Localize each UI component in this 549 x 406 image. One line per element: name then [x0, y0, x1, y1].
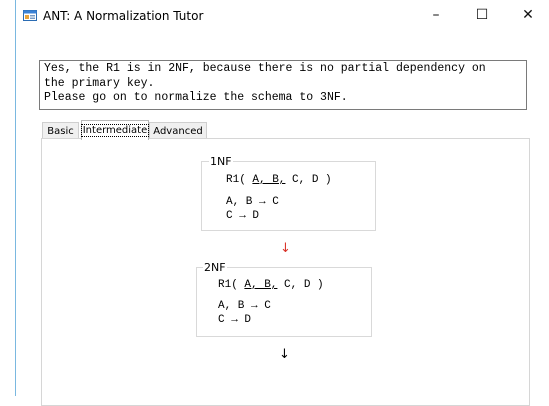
close-button[interactable]: ✕	[505, 0, 549, 30]
window-title: ANT: A Normalization Tutor	[43, 9, 204, 23]
message-line: Please go on to normalize the schema to …	[44, 91, 348, 104]
tab-advanced[interactable]: Advanced	[149, 122, 207, 139]
app-window-icon	[23, 10, 37, 21]
feedback-message-box[interactable]: Yes, the R1 is in 2NF, because there is …	[39, 60, 527, 110]
app-window: ANT: A Normalization Tutor – ☐ ✕ Yes, th…	[15, 0, 549, 406]
minimize-icon: –	[432, 7, 440, 23]
relation-schema: R1( A, B, C, D )	[218, 279, 324, 292]
functional-dependency: A, B → C	[218, 300, 271, 312]
tab-label: Intermediate	[80, 124, 150, 137]
non-key-attributes: C, D )	[277, 279, 324, 291]
relation-schema: R1( A, B, C, D )	[226, 174, 332, 187]
non-key-attributes: C, D )	[285, 174, 332, 186]
stage-label: 2NF	[203, 261, 227, 274]
minimize-button[interactable]: –	[413, 0, 459, 30]
relation-name: R1	[218, 279, 232, 291]
title-bar[interactable]: ANT: A Normalization Tutor – ☐ ✕	[16, 0, 549, 30]
tab-panel-intermediate: 1NF R1( A, B, C, D ) A, B → C C → D ↓ 2N…	[41, 138, 530, 406]
primary-key-attributes: A, B,	[252, 174, 286, 186]
maximize-icon: ☐	[475, 7, 489, 23]
down-arrow-icon: ↓	[280, 241, 291, 256]
close-icon: ✕	[522, 7, 534, 23]
functional-dependency: C → D	[226, 210, 260, 222]
message-line: Yes, the R1 is in 2NF, because there is …	[44, 62, 486, 75]
stage-1nf-group: 1NF R1( A, B, C, D ) A, B → C C → D	[201, 155, 376, 231]
tab-intermediate[interactable]: Intermediate	[80, 120, 150, 140]
functional-dependency: A, B → C	[226, 196, 279, 208]
functional-dependency: C → D	[218, 314, 252, 326]
stage-2nf-group: 2NF R1( A, B, C, D ) A, B → C C → D	[196, 261, 372, 337]
maximize-button[interactable]: ☐	[459, 0, 505, 30]
stage-label: 1NF	[209, 155, 233, 168]
message-line: the primary key.	[44, 76, 155, 90]
tab-label: Advanced	[153, 125, 203, 137]
client-area: Yes, the R1 is in 2NF, because there is …	[16, 30, 549, 406]
relation-open: (	[231, 279, 245, 291]
tab-basic[interactable]: Basic	[42, 122, 79, 139]
tab-label: Basic	[47, 125, 74, 137]
down-arrow-icon: ↓	[279, 347, 290, 362]
relation-name: R1	[226, 174, 240, 186]
primary-key-attributes: A, B,	[244, 279, 278, 291]
relation-open: (	[239, 174, 253, 186]
